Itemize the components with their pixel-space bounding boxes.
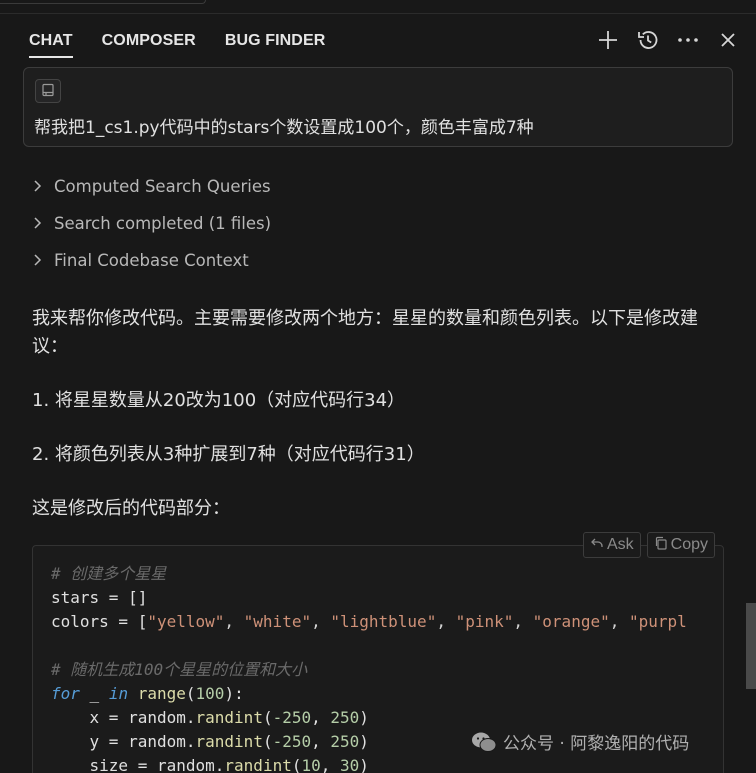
vertical-scrollbar[interactable] xyxy=(746,603,756,689)
answer-outro: 这是修改后的代码部分： xyxy=(32,498,230,519)
chevron-right-icon xyxy=(33,215,45,231)
watermark-text: 公众号 · 阿黎逸阳的代码 xyxy=(503,734,690,754)
code-obj: random xyxy=(156,756,215,773)
wechat-icon xyxy=(471,731,497,753)
plus-icon[interactable] xyxy=(594,28,622,52)
code-builtin: range xyxy=(137,684,186,703)
step-final-codebase-context[interactable]: Final Codebase Context xyxy=(33,248,271,272)
code-obj: random xyxy=(128,708,186,727)
answer-intro: 我来帮你修改代码。主要需要修改两个地方：星星的数量和颜色列表。以下是修改建议： xyxy=(32,308,698,357)
code-method: randint xyxy=(224,756,292,773)
watermark: 公众号 · 阿黎逸阳的代码 xyxy=(471,729,689,754)
code-number: 30 xyxy=(340,756,360,773)
code-number: 250 xyxy=(330,708,360,727)
code-number: -250 xyxy=(272,732,312,751)
code-var: size xyxy=(89,756,129,773)
code-comment: # 创建多个星星 xyxy=(51,564,167,583)
code-string: "lightblue" xyxy=(330,612,437,631)
step-label: Final Codebase Context xyxy=(54,250,249,270)
code-method: randint xyxy=(195,708,263,727)
code-string: "purpl xyxy=(628,612,687,631)
chevron-right-icon xyxy=(33,252,45,268)
step-label: Search completed (1 files) xyxy=(54,213,272,233)
tab-bar: CHAT COMPOSER BUG FINDER xyxy=(29,30,354,58)
code-number: 100 xyxy=(195,684,225,703)
answer-point-2: 2. 将颜色列表从3种扩展到7种（对应代码行31） xyxy=(32,444,425,465)
code-number: -250 xyxy=(272,708,312,727)
code-string: "yellow" xyxy=(147,612,225,631)
tab-chat[interactable]: CHAT xyxy=(29,30,73,58)
close-icon[interactable] xyxy=(714,28,742,52)
tab-bug-finder[interactable]: BUG FINDER xyxy=(225,30,326,58)
step-computed-search-queries[interactable]: Computed Search Queries xyxy=(33,174,271,198)
top-panel-edge xyxy=(0,0,756,14)
code-method: randint xyxy=(195,732,263,751)
user-query-text: 帮我把1_cs1.py代码中的stars个数设置成100个，颜色丰富成7种 xyxy=(34,118,534,138)
code-comment: # 随机生成100个星星的位置和大小 xyxy=(51,660,308,679)
step-label: Computed Search Queries xyxy=(54,176,271,196)
chevron-right-icon xyxy=(33,178,45,194)
code-string: "white" xyxy=(243,612,312,631)
code-keyword: for xyxy=(51,684,80,703)
header-actions xyxy=(594,28,742,52)
file-icon xyxy=(41,82,55,101)
code-var: x xyxy=(89,708,100,727)
code-colors-prefix: colors = [ xyxy=(51,612,148,631)
panel-stub xyxy=(0,0,206,4)
code-obj: random xyxy=(128,732,186,751)
code-var: y xyxy=(89,732,100,751)
answer-point-1: 1. 将星星数量从20改为100（对应代码行34） xyxy=(32,390,406,411)
step-search-completed[interactable]: Search completed (1 files) xyxy=(33,211,271,235)
file-context-chip[interactable] xyxy=(35,79,61,103)
code-number: 10 xyxy=(301,756,321,773)
code-var: _ xyxy=(79,684,109,703)
assistant-answer: 我来帮你修改代码。主要需要修改两个地方：星星的数量和颜色列表。以下是修改建议： … xyxy=(32,305,732,549)
history-icon[interactable] xyxy=(634,28,662,52)
code-string: "orange" xyxy=(532,612,610,631)
code-keyword: in xyxy=(108,684,129,703)
code-line-stars: stars = [] xyxy=(51,588,148,607)
user-query-box[interactable]: 帮我把1_cs1.py代码中的stars个数设置成100个，颜色丰富成7种 xyxy=(23,67,733,147)
tab-composer[interactable]: COMPOSER xyxy=(102,30,196,58)
search-steps: Computed Search Queries Search completed… xyxy=(33,174,271,285)
code-number: 250 xyxy=(330,732,360,751)
more-icon[interactable] xyxy=(674,28,702,52)
code-string: "pink" xyxy=(455,612,514,631)
